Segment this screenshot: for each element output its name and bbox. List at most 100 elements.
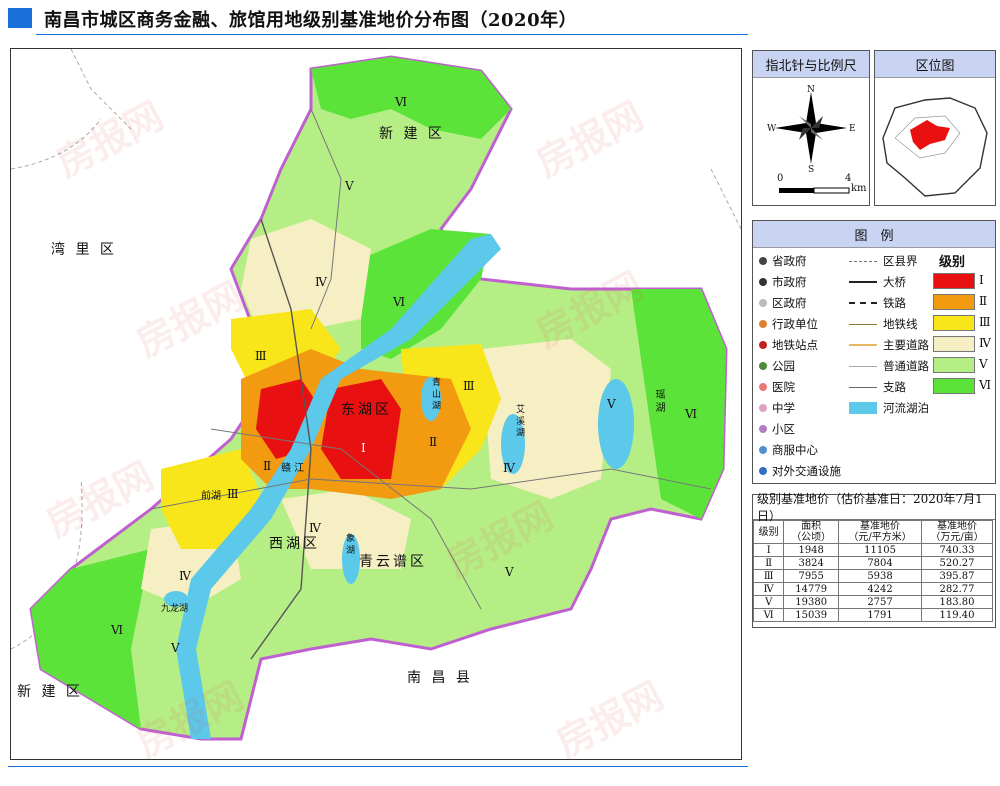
level-mark: Ⅳ: [315, 275, 327, 289]
legend-panel: 图 例 省政府 市政府 区政府 行政单位 地铁站点 公园 医院 中学 小区 商服中心 对外交通设施 …: [752, 220, 996, 484]
hospital-icon: [759, 383, 767, 391]
table-row: Ⅴ 19380 2757 183.80: [752, 595, 993, 609]
legend-item-line: 普通道路: [849, 358, 929, 374]
label-xinjian-north: 新 建 区: [379, 126, 445, 142]
table-cell: Ⅰ: [752, 543, 785, 557]
price-table-panel: 级别基准地价（估价基准日：2020年7月1日） 级别 面积 （公顷） 基准地价 （元…: [752, 492, 996, 628]
price-table-title: 级别基准地价（估价基准日：2020年7月1日）: [753, 492, 995, 523]
level-mark: Ⅵ: [111, 623, 124, 637]
level-mark: Ⅵ: [685, 407, 698, 421]
bridge-icon: [849, 281, 877, 283]
normal-road-icon: [849, 365, 877, 367]
legend-symbol-label: 区政府: [772, 296, 807, 310]
label-qianhu: 前湖: [201, 491, 221, 502]
label-xinjian-south: 新 建 区: [17, 684, 83, 700]
level-mark: Ⅴ: [607, 397, 616, 411]
metro-line-icon: [849, 323, 877, 325]
table-row: Ⅳ 14779 4242 282.77: [752, 582, 993, 596]
legend-item-symbol: 地铁站点: [759, 337, 818, 353]
table-row: Ⅰ 1948 11105 740.33: [752, 543, 993, 557]
level-label: Ⅲ: [979, 315, 991, 329]
legend-line-label: 普通道路: [883, 359, 929, 373]
level-mark: Ⅴ: [345, 179, 354, 193]
table-cell: 4242: [838, 582, 923, 596]
table-cell: 740.33: [921, 543, 993, 557]
table-cell: 7955: [783, 569, 840, 583]
legend-symbol-label: 中学: [772, 401, 795, 415]
level-label: Ⅳ: [979, 336, 991, 350]
scale-unit: km: [851, 183, 867, 194]
table-cell: Ⅴ: [752, 595, 785, 609]
level-swatch-1: [933, 273, 975, 289]
level-mark: Ⅳ: [503, 461, 515, 475]
label-aixihu: 艾 溪 湖: [514, 404, 524, 437]
label-qingshanhu: 青 山 湖: [430, 377, 440, 410]
table-cell: 395.87: [921, 569, 993, 583]
commerce-center-icon: [759, 446, 767, 454]
legend-item-symbol: 商服中心: [759, 442, 818, 458]
levels-title: 级别: [939, 255, 966, 270]
legend-item-symbol: 对外交通设施: [759, 463, 841, 479]
table-cell: 19380: [783, 595, 840, 609]
table-cell: 119.40: [921, 608, 993, 622]
table-cell: 1948: [783, 543, 840, 557]
legend-item-symbol: 市政府: [759, 274, 807, 290]
map-view[interactable]: 新 建 区 湾 里 区 东湖区 西湖区 青云谱区 南 昌 县 新 建 区 赣 江…: [10, 48, 742, 760]
legend-line-label: 铁路: [883, 296, 906, 310]
legend-symbol-label: 小区: [772, 422, 795, 436]
admin-unit-icon: [759, 320, 767, 328]
legend-symbol-label: 省政府: [772, 254, 807, 268]
price-table: 级别 面积 （公顷） 基准地价 （元/平方米） 基准地价 （万元/亩） Ⅰ 1948 11…: [752, 520, 993, 622]
locator-map: [882, 97, 988, 197]
legend-line-label: 区县界: [883, 254, 918, 268]
legend-item-line: 支路: [849, 379, 906, 395]
compass-s-label: S: [808, 165, 815, 175]
legend-line-label: 主要道路: [883, 338, 929, 352]
table-cell: 520.27: [921, 556, 993, 570]
level-mark: Ⅲ: [227, 487, 239, 501]
level-label: Ⅱ: [979, 294, 988, 308]
level-label: Ⅴ: [979, 357, 988, 371]
table-cell: 15039: [783, 608, 840, 622]
scale-start: 0: [777, 173, 784, 184]
park-icon: [759, 362, 767, 370]
table-cell: 5938: [838, 569, 923, 583]
legend-symbol-label: 医院: [772, 380, 795, 394]
legend-item-symbol: 省政府: [759, 253, 807, 269]
table-cell: 183.80: [921, 595, 993, 609]
level-mark: Ⅳ: [309, 521, 321, 535]
level-mark: Ⅲ: [255, 349, 267, 363]
page-title: 南昌市城区商务金融、旅馆用地级别基准地价分布图（2020年）: [44, 10, 578, 31]
level-mark: Ⅵ: [393, 295, 406, 309]
legend-symbol-label: 公园: [772, 359, 795, 373]
label-ganjiang: 赣 江: [281, 463, 305, 474]
level-mark: Ⅵ: [395, 95, 408, 109]
legend-line-label: 河流湖泊: [883, 401, 929, 415]
water-icon: [849, 402, 877, 414]
level-mark: Ⅳ: [179, 569, 191, 583]
legend-item-line: 地铁线: [849, 316, 918, 332]
table-cell: Ⅱ: [752, 556, 785, 570]
level-mark: Ⅴ: [171, 641, 180, 655]
legend-symbol-label: 对外交通设施: [772, 464, 841, 478]
metro-station-icon: [759, 341, 767, 349]
label-yaohu: 瑶 湖: [653, 389, 664, 413]
residential-icon: [759, 425, 767, 433]
level-mark: Ⅱ: [263, 459, 272, 473]
province-gov-icon: [759, 257, 767, 265]
locator-panel-title: 区位图: [875, 51, 995, 78]
legend-item-line: 主要道路: [849, 337, 929, 353]
legend-item-symbol: 行政单位: [759, 316, 818, 332]
city-gov-icon: [759, 278, 767, 286]
zone-level-4: [481, 339, 611, 499]
legend-item-symbol: 中学: [759, 400, 795, 416]
level-mark: Ⅴ: [505, 565, 514, 579]
table-cell: Ⅳ: [752, 582, 785, 596]
compass-n-label: N: [807, 85, 815, 95]
legend-item-line: 区县界: [849, 253, 918, 269]
level-label: Ⅵ: [979, 378, 992, 392]
table-row: Ⅱ 3824 7804 520.27: [752, 556, 993, 570]
label-jiulonghu: 九龙湖: [161, 604, 189, 614]
compass-e-label: E: [849, 124, 856, 134]
legend-title: 图 例: [753, 221, 995, 248]
